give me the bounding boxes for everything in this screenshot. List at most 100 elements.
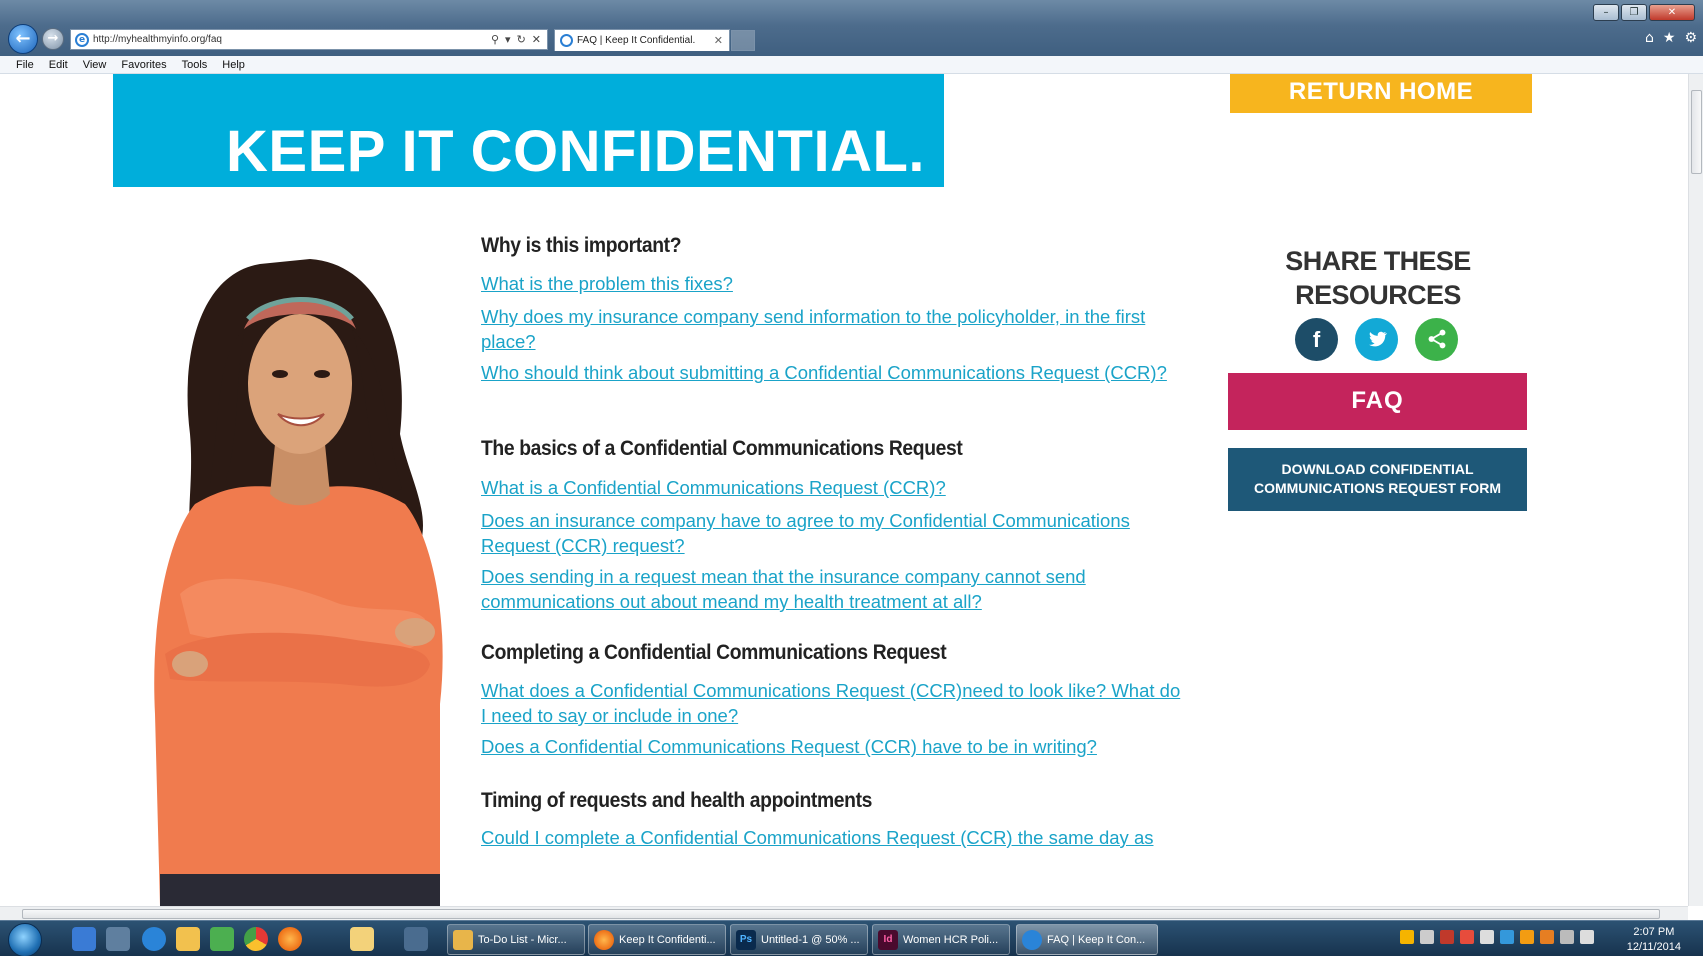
taskbar-clock[interactable]: 2:07 PM 12/11/2014 — [1627, 925, 1681, 955]
favorites-star-icon[interactable]: ★ — [1663, 30, 1676, 46]
forward-button[interactable]: → — [42, 28, 64, 50]
twitter-icon[interactable] — [1355, 318, 1398, 361]
settings-gear-icon[interactable]: ⚙ — [1684, 30, 1697, 46]
explorer-window-icon[interactable] — [106, 927, 130, 951]
twitter-bird-icon — [1368, 331, 1387, 347]
clock-time: 2:07 PM — [1633, 926, 1675, 938]
menu-tools[interactable]: Tools — [182, 59, 208, 71]
return-home-button[interactable]: RETURN HOME — [1230, 74, 1532, 113]
download-form-button[interactable]: DOWNLOAD CONFIDENTIAL COMMUNICATIONS REQ… — [1228, 448, 1527, 511]
horizontal-scroll-thumb[interactable] — [22, 909, 1660, 919]
menu-view[interactable]: View — [83, 59, 107, 71]
browser-right-icons: ⌂ ★ ⚙ — [1645, 30, 1697, 46]
mail-icon[interactable] — [176, 927, 200, 951]
address-bar[interactable]: e http://myhealthmyinfo.org/faq ⚲ ▾ ↻ ✕ — [70, 29, 548, 50]
tab-faq[interactable]: FAQ | Keep It Confidential. ✕ — [554, 29, 730, 51]
dropbox-icon[interactable] — [1500, 930, 1514, 944]
close-tab-icon[interactable]: ✕ — [714, 34, 723, 47]
tray-icon[interactable] — [1420, 930, 1434, 944]
taskbar-label: Untitled-1 @ 50% ... — [761, 933, 860, 946]
taskbar-label: To-Do List - Micr... — [478, 933, 567, 946]
shield-icon[interactable] — [1440, 930, 1454, 944]
new-tab-button[interactable] — [731, 30, 755, 51]
tray-icon[interactable] — [1400, 930, 1414, 944]
taskbar-item-indesign[interactable]: Id Women HCR Poli... — [872, 924, 1010, 955]
tab-label: FAQ | Keep It Confidential. — [577, 35, 696, 46]
taskbar-item-firefox[interactable]: Keep It Confidenti... — [588, 924, 726, 955]
taskbar-label: Keep It Confidenti... — [619, 933, 716, 946]
search-icon[interactable]: ⚲ — [491, 33, 499, 46]
tray-icon[interactable] — [1520, 930, 1534, 944]
taskbar-label: Women HCR Poli... — [903, 933, 999, 946]
faq-button[interactable]: FAQ — [1228, 373, 1527, 430]
chrome-icon[interactable] — [244, 927, 268, 951]
dropdown-icon[interactable]: ▾ — [505, 33, 511, 46]
menu-bar: File Edit View Favorites Tools Help — [0, 56, 1703, 74]
faq-link-same-day[interactable]: Could I complete a Confidential Communic… — [481, 825, 1181, 850]
tray-icon[interactable] — [1480, 930, 1494, 944]
section-heading-basics: The basics of a Confidential Communicati… — [481, 437, 963, 460]
firefox-small-icon — [594, 929, 614, 950]
banner-title: KEEP IT CONFIDENTIAL. — [226, 119, 926, 184]
faq-link-why-policyholder[interactable]: Why does my insurance company send infor… — [481, 304, 1181, 354]
ie-small-icon — [1022, 929, 1042, 950]
menu-help[interactable]: Help — [222, 59, 245, 71]
share-resources-title: SHARE THESE RESOURCES — [1285, 246, 1471, 310]
vertical-scrollbar[interactable] — [1688, 74, 1703, 906]
home-icon[interactable]: ⌂ — [1645, 30, 1654, 46]
menu-file[interactable]: File — [16, 59, 34, 71]
taskbar-label: FAQ | Keep It Con... — [1047, 933, 1146, 946]
address-url: http://myhealthmyinfo.org/faq — [93, 34, 222, 45]
share-icon[interactable] — [1415, 318, 1458, 361]
browser-titlebar: – ❐ ✕ ← → e http://myhealthmyinfo.org/fa… — [0, 0, 1703, 56]
taskbar-item-photoshop[interactable]: Ps Untitled-1 @ 50% ... — [730, 924, 868, 955]
flag-icon[interactable] — [1540, 930, 1554, 944]
photoshop-icon: Ps — [736, 929, 756, 950]
restore-button[interactable]: ❐ — [1621, 4, 1647, 21]
start-button[interactable] — [8, 923, 42, 956]
section-heading-completing: Completing a Confidential Communications… — [481, 641, 947, 664]
window-controls: – ❐ ✕ — [1593, 4, 1695, 21]
close-window-button[interactable]: ✕ — [1649, 4, 1695, 21]
minimize-button[interactable]: – — [1593, 4, 1619, 21]
refresh-icon[interactable]: ↻ — [517, 33, 526, 46]
system-tray — [1400, 930, 1594, 944]
network-app-icon[interactable] — [404, 927, 428, 951]
section-heading-why: Why is this important? — [481, 234, 682, 257]
firefox-icon[interactable] — [278, 927, 302, 951]
clock-date: 12/11/2014 — [1626, 941, 1681, 953]
woman-photo — [154, 259, 443, 906]
internet-explorer-icon[interactable] — [142, 927, 166, 951]
stop-icon[interactable]: ✕ — [532, 33, 541, 46]
indesign-icon: Id — [878, 929, 898, 950]
folder-icon[interactable] — [350, 927, 374, 951]
facebook-icon[interactable]: f — [1295, 318, 1338, 361]
vertical-scroll-thumb[interactable] — [1691, 90, 1702, 174]
section-heading-timing: Timing of requests and health appointmen… — [481, 789, 873, 812]
taskbar-item-todo[interactable]: To-Do List - Micr... — [447, 924, 585, 955]
faq-link-agree[interactable]: Does an insurance company have to agree … — [481, 508, 1181, 558]
back-button[interactable]: ← — [8, 24, 38, 54]
tray-icon[interactable] — [1460, 930, 1474, 944]
address-tools: ⚲ ▾ ↻ ✕ — [491, 33, 541, 46]
faq-link-what-is-ccr[interactable]: What is a Confidential Communications Re… — [481, 475, 1181, 500]
desktop-icon[interactable] — [72, 927, 96, 951]
header-banner: KEEP IT CONFIDENTIAL. — [113, 74, 944, 187]
network-icon[interactable] — [1560, 930, 1574, 944]
page-viewport: KEEP IT CONFIDENTIAL. RETURN HOME Why is… — [0, 74, 1688, 906]
ie-tab-icon — [560, 34, 573, 47]
taskbar-item-ie-faq[interactable]: FAQ | Keep It Con... — [1016, 924, 1158, 955]
horizontal-scrollbar[interactable] — [0, 906, 1688, 920]
menu-edit[interactable]: Edit — [49, 59, 68, 71]
share-nodes-icon — [1428, 329, 1445, 349]
green-app-icon[interactable] — [210, 927, 234, 951]
faq-link-writing[interactable]: Does a Confidential Communications Reque… — [481, 734, 1181, 759]
menu-favorites[interactable]: Favorites — [121, 59, 166, 71]
volume-icon[interactable] — [1580, 930, 1594, 944]
windows-taskbar: To-Do List - Micr... Keep It Confidenti.… — [0, 920, 1703, 956]
faq-link-cannot-send[interactable]: Does sending in a request mean that the … — [481, 564, 1181, 614]
faq-link-look-like[interactable]: What does a Confidential Communications … — [481, 678, 1181, 728]
faq-link-problem[interactable]: What is the problem this fixes? — [481, 271, 1181, 296]
ie-page-icon: e — [75, 32, 89, 47]
faq-link-who-should[interactable]: Who should think about submitting a Conf… — [481, 360, 1181, 385]
